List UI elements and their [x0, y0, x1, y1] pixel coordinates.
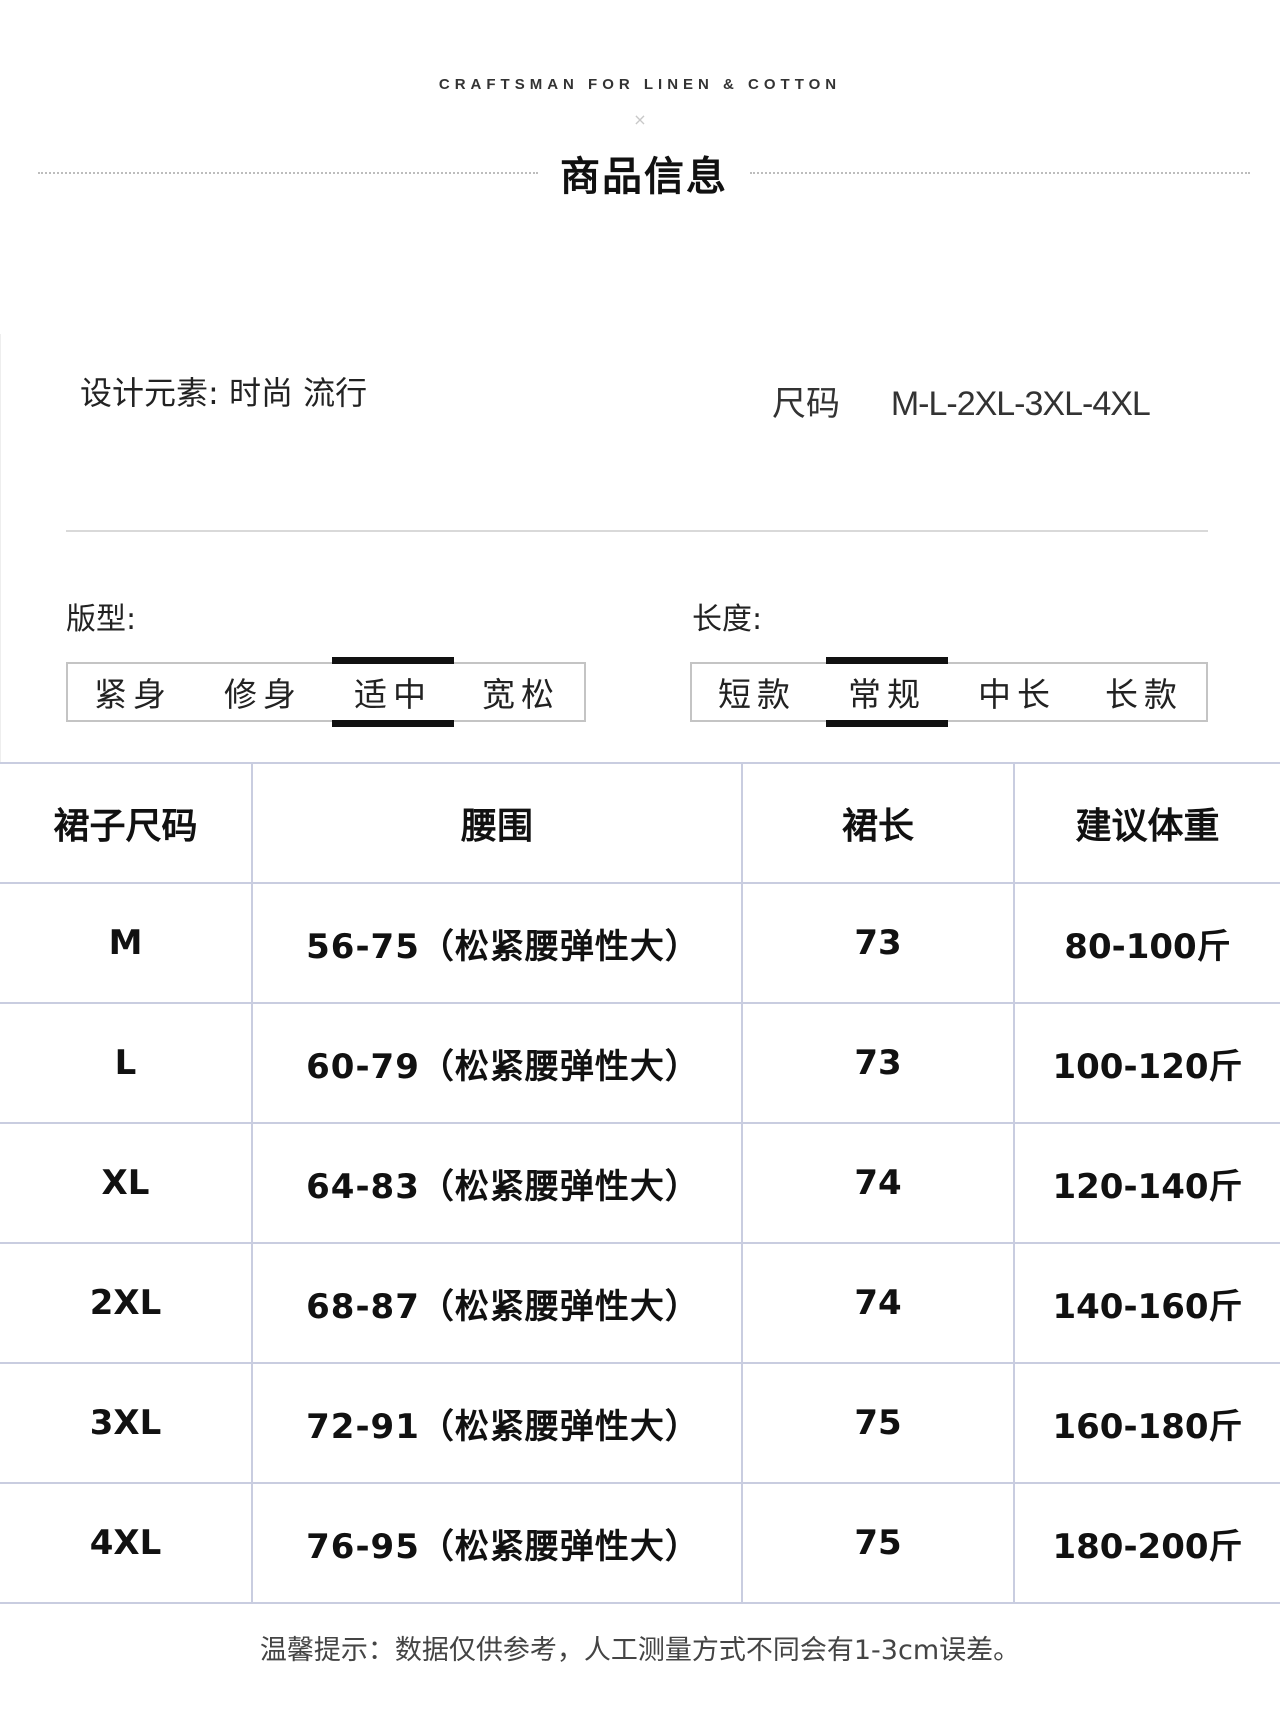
table-row: XL 64-83（松紧腰弹性大） 74 120-140斤 [0, 1122, 1280, 1244]
dotted-divider-left [38, 172, 538, 174]
length-option-mid: 中长 [978, 675, 1056, 714]
design-element: 设计元素: 时尚 流行 [80, 368, 367, 414]
cell-weight: 120-140斤 [1013, 1122, 1280, 1244]
design-value: 时尚 流行 [228, 374, 368, 412]
length-options: 短款 常规 中长 长款 [690, 657, 1208, 727]
table-row: 3XL 72-91（松紧腰弹性大） 75 160-180斤 [0, 1362, 1280, 1484]
cell-waist: 60-79（松紧腰弹性大） [251, 1002, 743, 1124]
cell-waist: 68-87（松紧腰弹性大） [251, 1242, 743, 1364]
cell-size: 4XL [0, 1482, 253, 1604]
cell-size: L [0, 1002, 253, 1124]
dotted-divider-right [750, 172, 1250, 174]
cell-size: 2XL [0, 1242, 253, 1364]
length-option-long: 长款 [1105, 675, 1183, 714]
length-label: 长度: [692, 602, 763, 637]
table-row: L 60-79（松紧腰弹性大） 73 100-120斤 [0, 1002, 1280, 1124]
cell-length: 74 [741, 1122, 1015, 1244]
header: CRAFTSMAN FOR LINEN & COTTON × 商品信息 [0, 0, 1280, 300]
fit-option-regular-selected: 适中 [328, 657, 458, 727]
cell-length: 73 [741, 882, 1015, 1004]
cell-weight: 140-160斤 [1013, 1242, 1280, 1364]
cell-size: 3XL [0, 1362, 253, 1484]
header-weight: 建议体重 [1013, 762, 1280, 884]
header-size: 裙子尺码 [0, 762, 253, 884]
cell-waist: 56-75（松紧腰弹性大） [251, 882, 743, 1004]
fit-label: 版型: [66, 602, 137, 637]
cell-weight: 180-200斤 [1013, 1482, 1280, 1604]
header-length: 裙长 [741, 762, 1015, 884]
cell-waist: 76-95（松紧腰弹性大） [251, 1482, 743, 1604]
cell-waist: 64-83（松紧腰弹性大） [251, 1122, 743, 1244]
page-title: 商品信息 [560, 154, 728, 200]
length-option-short: 短款 [718, 675, 796, 714]
disclaimer-tip: 温馨提示：数据仅供参考，人工测量方式不同会有1-3cm误差。 [259, 1635, 1021, 1666]
size-label: 尺码 [772, 384, 840, 424]
design-label: 设计元素: [80, 374, 219, 412]
brand-line: CRAFTSMAN FOR LINEN & COTTON [438, 76, 842, 93]
size-table: 裙子尺码 腰围 裙长 建议体重 M 56-75（松紧腰弹性大） 73 80-10… [0, 762, 1280, 1604]
header-waist: 腰围 [251, 762, 743, 884]
size-values: M-L-2XL-3XL-4XL [890, 385, 1151, 423]
fit-options: 紧身 修身 适中 宽松 [66, 657, 586, 727]
cell-size: M [0, 882, 253, 1004]
fit-option-tight: 紧身 [94, 675, 172, 714]
table-row: 4XL 76-95（松紧腰弹性大） 75 180-200斤 [0, 1482, 1280, 1604]
cell-weight: 100-120斤 [1013, 1002, 1280, 1124]
cell-weight: 80-100斤 [1013, 882, 1280, 1004]
cell-weight: 160-180斤 [1013, 1362, 1280, 1484]
cell-waist: 72-91（松紧腰弹性大） [251, 1362, 743, 1484]
table-header-row: 裙子尺码 腰围 裙长 建议体重 [0, 762, 1280, 884]
length-option-regular-selected: 常规 [822, 657, 952, 727]
cell-length: 74 [741, 1242, 1015, 1364]
title-row: 商品信息 [38, 148, 1250, 200]
cell-length: 75 [741, 1362, 1015, 1484]
cross-icon: × [633, 110, 647, 129]
size-range: 尺码 M-L-2XL-3XL-4XL [772, 376, 1151, 425]
cell-length: 75 [741, 1482, 1015, 1604]
table-row: M 56-75（松紧腰弹性大） 73 80-100斤 [0, 882, 1280, 1004]
cell-size: XL [0, 1122, 253, 1244]
fit-option-loose: 宽松 [482, 675, 560, 714]
divider [66, 530, 1208, 532]
table-row: 2XL 68-87（松紧腰弹性大） 74 140-160斤 [0, 1242, 1280, 1364]
cell-length: 73 [741, 1002, 1015, 1124]
fit-option-slim: 修身 [224, 675, 302, 714]
